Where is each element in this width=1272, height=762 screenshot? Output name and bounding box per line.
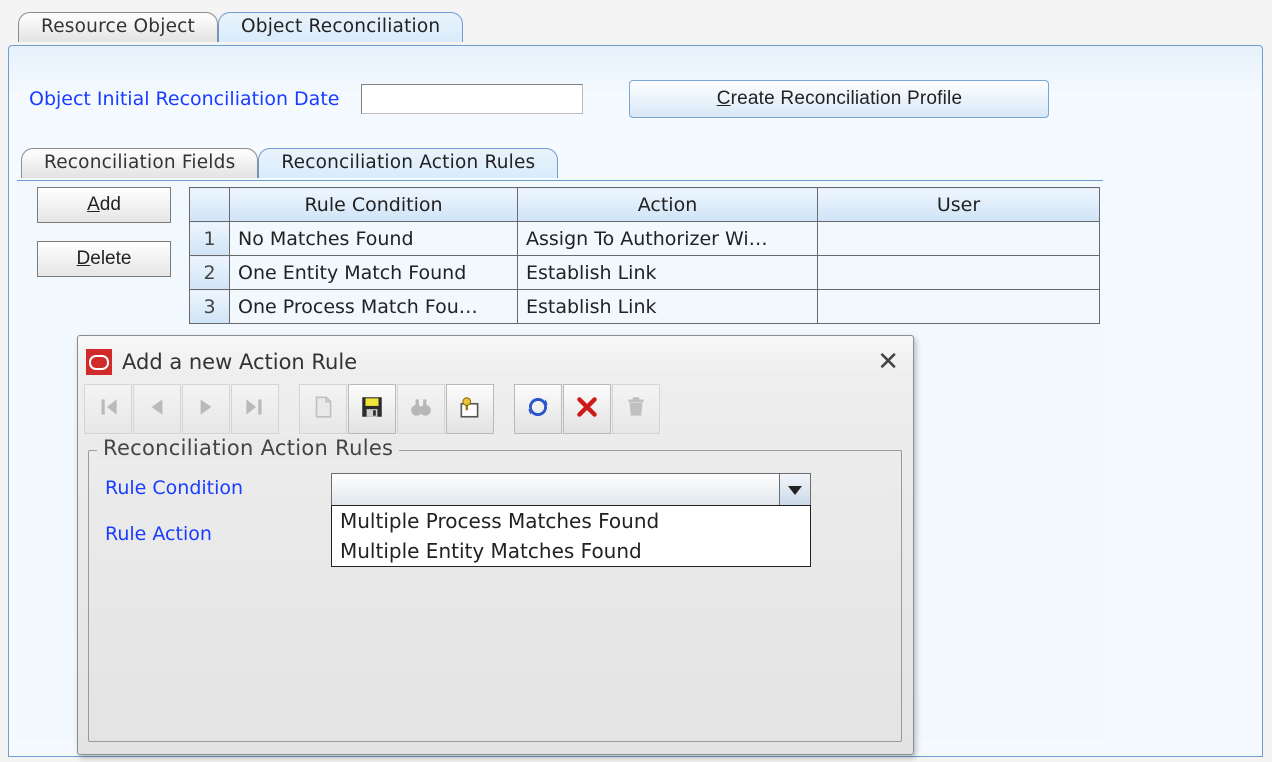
- tab-resource-object-label: Resource Object: [41, 16, 195, 37]
- rule-condition-combo[interactable]: Multiple Process Matches Found Multiple …: [331, 473, 811, 507]
- row-number: 1: [190, 222, 230, 256]
- delete-button-rest: elete: [90, 248, 131, 269]
- action-rules-table-wrap: Rule Condition Action User 1 No Matches …: [189, 187, 1099, 324]
- initial-recon-date-label: Object Initial Reconciliation Date: [29, 88, 339, 110]
- create-profile-underline: C: [717, 88, 731, 109]
- row-number: 3: [190, 290, 230, 324]
- refresh-button[interactable]: [514, 384, 562, 434]
- rule-condition-label: Rule Condition: [105, 473, 331, 499]
- first-record-button: [84, 384, 132, 434]
- rule-condition-option[interactable]: Multiple Process Matches Found: [332, 506, 810, 536]
- cell-rule-condition[interactable]: One Process Match Fou…: [230, 290, 518, 324]
- table-row[interactable]: 3 One Process Match Fou… Establish Link: [190, 290, 1100, 324]
- row-number: 2: [190, 256, 230, 290]
- tab-reconciliation-fields-label: Reconciliation Fields: [44, 152, 235, 173]
- notes-button[interactable]: [446, 384, 494, 434]
- rule-condition-row: Rule Condition Multiple Process Matches …: [105, 473, 811, 507]
- new-icon: [310, 394, 336, 425]
- cell-user[interactable]: [818, 222, 1100, 256]
- refresh-icon: [525, 394, 551, 425]
- col-action[interactable]: Action: [518, 188, 818, 222]
- last-record-button: [231, 384, 279, 434]
- pushpin-icon: [457, 394, 483, 425]
- cell-user[interactable]: [818, 256, 1100, 290]
- action-rules-group: Reconciliation Action Rules Rule Conditi…: [88, 450, 902, 742]
- trash-icon: [623, 394, 649, 425]
- delete-button[interactable]: Delete: [37, 241, 171, 277]
- dialog-title-row: Add a new Action Rule ✕: [78, 336, 913, 382]
- delete-button-ul: D: [77, 248, 91, 269]
- table-row[interactable]: 2 One Entity Match Found Establish Link: [190, 256, 1100, 290]
- add-button-ul: A: [87, 194, 100, 215]
- create-profile-rest: reate Reconciliation Profile: [731, 88, 963, 109]
- cell-action[interactable]: Establish Link: [518, 290, 818, 324]
- dialog-title: Add a new Action Rule: [122, 350, 873, 374]
- save-icon: [359, 394, 385, 425]
- outer-tab-strip: Resource Object Object Reconciliation: [18, 12, 463, 42]
- col-user[interactable]: User: [818, 188, 1100, 222]
- first-record-icon: [95, 394, 121, 425]
- binoculars-icon: [408, 394, 434, 425]
- add-button[interactable]: Add: [37, 187, 171, 223]
- save-button[interactable]: [348, 384, 396, 434]
- table-corner: [190, 188, 230, 222]
- previous-record-button: [133, 384, 181, 434]
- oracle-icon: [86, 349, 112, 375]
- top-row: Object Initial Reconciliation Date Creat…: [29, 80, 1049, 118]
- tab-reconciliation-action-rules-label: Reconciliation Action Rules: [281, 152, 535, 173]
- create-reconciliation-profile-button[interactable]: Create Reconciliation Profile: [629, 80, 1049, 118]
- new-button: [299, 384, 347, 434]
- rule-action-label: Rule Action: [105, 519, 331, 545]
- next-record-icon: [193, 394, 219, 425]
- action-rules-table[interactable]: Rule Condition Action User 1 No Matches …: [189, 187, 1100, 324]
- table-row[interactable]: 1 No Matches Found Assign To Authorizer …: [190, 222, 1100, 256]
- close-icon[interactable]: ✕: [873, 349, 903, 375]
- cell-rule-condition[interactable]: One Entity Match Found: [230, 256, 518, 290]
- cell-user[interactable]: [818, 290, 1100, 324]
- cancel-button[interactable]: [563, 384, 611, 434]
- add-button-rest: dd: [100, 194, 121, 215]
- cell-action[interactable]: Assign To Authorizer Wi…: [518, 222, 818, 256]
- tab-reconciliation-fields[interactable]: Reconciliation Fields: [21, 148, 258, 178]
- cell-action[interactable]: Establish Link: [518, 256, 818, 290]
- rule-action-row: Rule Action: [105, 519, 331, 545]
- tab-object-reconciliation-label: Object Reconciliation: [241, 16, 440, 37]
- col-rule-condition[interactable]: Rule Condition: [230, 188, 518, 222]
- add-action-rule-dialog: Add a new Action Rule ✕: [77, 335, 914, 755]
- find-button: [397, 384, 445, 434]
- initial-recon-date-input[interactable]: [361, 84, 583, 114]
- delete-toolbar-button: [612, 384, 660, 434]
- rule-condition-popup: Multiple Process Matches Found Multiple …: [331, 505, 811, 567]
- inner-tab-strip: Reconciliation Fields Reconciliation Act…: [21, 148, 558, 178]
- table-header-row: Rule Condition Action User: [190, 188, 1100, 222]
- cell-rule-condition[interactable]: No Matches Found: [230, 222, 518, 256]
- tab-object-reconciliation[interactable]: Object Reconciliation: [218, 12, 463, 42]
- previous-record-icon: [144, 394, 170, 425]
- tab-resource-object[interactable]: Resource Object: [18, 12, 218, 42]
- next-record-button: [182, 384, 230, 434]
- cancel-icon: [574, 394, 600, 425]
- group-legend: Reconciliation Action Rules: [97, 436, 399, 460]
- dialog-toolbar: [84, 384, 660, 434]
- tab-reconciliation-action-rules[interactable]: Reconciliation Action Rules: [258, 148, 558, 178]
- last-record-icon: [242, 394, 268, 425]
- rule-condition-option[interactable]: Multiple Entity Matches Found: [332, 536, 810, 566]
- chevron-down-icon[interactable]: [779, 474, 810, 506]
